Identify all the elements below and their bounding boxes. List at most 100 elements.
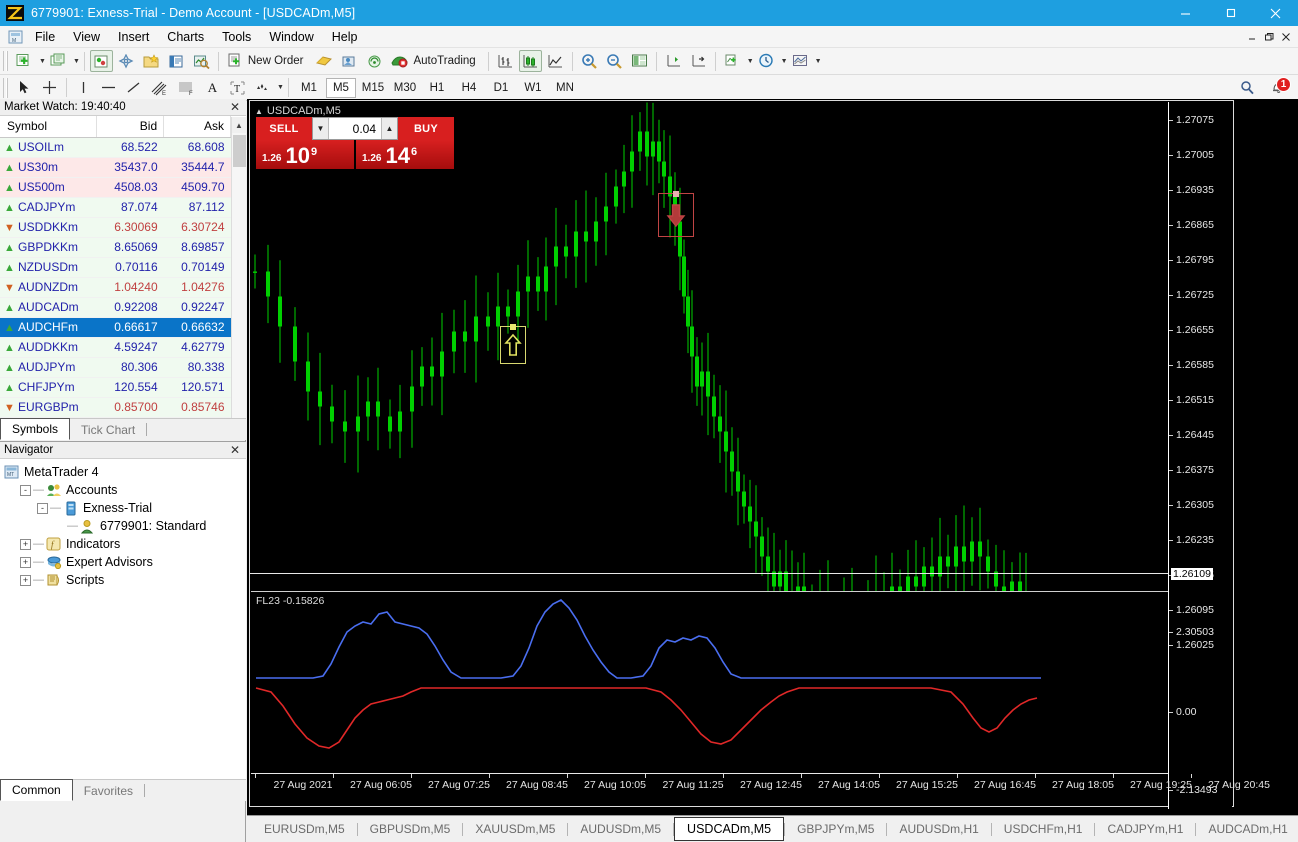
timeframe-h1[interactable]: H1 xyxy=(422,78,452,98)
terminal-icon[interactable] xyxy=(165,50,188,72)
object-handle[interactable] xyxy=(673,191,679,197)
menu-item-file[interactable]: File xyxy=(26,26,64,48)
market-watch-scrollbar[interactable]: ▲ ▼ xyxy=(231,117,246,440)
table-row[interactable]: ▲ AUDDKKm 4.59247 4.62779 xyxy=(0,337,231,358)
tree-expander-toggle[interactable]: + xyxy=(20,538,31,550)
timeframe-m1[interactable]: M1 xyxy=(294,78,324,98)
toolbar-grip[interactable] xyxy=(3,77,10,98)
scroll-up-arrow-icon[interactable]: ▲ xyxy=(232,117,246,133)
alerts-bell-icon[interactable]: 1 xyxy=(1266,76,1292,99)
chart-shift-icon[interactable] xyxy=(662,50,685,72)
zoom-in-icon[interactable] xyxy=(578,50,601,72)
expert-advisors-icon[interactable] xyxy=(338,50,361,72)
window-close-button[interactable] xyxy=(1253,0,1298,26)
market-watch-icon[interactable] xyxy=(89,50,113,72)
market-watch-close-button[interactable]: ✕ xyxy=(228,100,242,114)
navigator-icon[interactable] xyxy=(140,50,163,72)
menu-item-window[interactable]: Window xyxy=(260,26,322,48)
bar-chart-icon[interactable] xyxy=(494,50,517,72)
autotrading-button[interactable]: AutoTrading xyxy=(388,50,482,72)
timeframe-mn[interactable]: MN xyxy=(550,78,580,98)
column-header-ask[interactable]: Ask xyxy=(163,116,231,138)
chart-canvas[interactable]: ▲ USDCADm,M5 SELL ▼ 0.04 ▲ BUY 1.26 10 9… xyxy=(249,100,1270,809)
table-row[interactable]: ▲ US500m 4508.03 4509.70 xyxy=(0,177,231,198)
menu-item-insert[interactable]: Insert xyxy=(109,26,158,48)
crosshair-icon[interactable] xyxy=(38,77,61,99)
horizontal-line-icon[interactable] xyxy=(97,77,120,99)
indicators-dropdown-icon[interactable]: ▼ xyxy=(747,58,754,65)
candlestick-chart-icon[interactable] xyxy=(518,50,542,72)
chart-tab-gbpjpym-m5[interactable]: GBPJPYm,M5 xyxy=(785,818,886,840)
table-row[interactable]: ▲ USOILm 68.522 68.608 xyxy=(0,137,231,158)
table-row[interactable]: ▲ AUDCHFm 0.66617 0.66632 xyxy=(0,317,231,338)
column-header-symbol[interactable]: Symbol xyxy=(0,116,98,138)
new-order-button[interactable]: New Order xyxy=(224,50,311,72)
timeframe-w1[interactable]: W1 xyxy=(518,78,548,98)
table-row[interactable]: ▲ CADJPYm 87.074 87.112 xyxy=(0,197,231,218)
menu-item-tools[interactable]: Tools xyxy=(213,26,260,48)
scrollbar-thumb[interactable] xyxy=(233,135,246,167)
table-row[interactable]: ▲ CHFJPYm 120.554 120.571 xyxy=(0,377,231,398)
tree-item-6779901-standard[interactable]: — 6779901: Standard xyxy=(3,517,246,535)
indicator-subwindow[interactable]: FL23 -0.15826 xyxy=(251,591,1168,773)
chart-split-icon[interactable] xyxy=(628,50,651,72)
profiles-icon[interactable] xyxy=(47,50,70,72)
navigator-close-button[interactable]: ✕ xyxy=(228,443,242,457)
window-minimize-button[interactable] xyxy=(1163,0,1208,26)
price-axis[interactable]: 1.27075 1.27005 1.26935 1.26865 1.26795 1.267… xyxy=(1168,102,1232,809)
search-icon[interactable] xyxy=(1236,77,1259,99)
periods-dropdown-icon[interactable]: ▼ xyxy=(781,58,788,65)
tree-item-expert-advisors[interactable]: + — Expert Advisors xyxy=(3,553,246,571)
chart-tab-eurusdm-m5[interactable]: EURUSDm,M5 xyxy=(252,818,357,840)
tree-expander-toggle[interactable]: + xyxy=(20,574,31,586)
profiles-dropdown-icon[interactable]: ▼ xyxy=(73,58,80,65)
tree-item-scripts[interactable]: + — Scripts xyxy=(3,571,246,589)
tree-item-exness-trial[interactable]: - — Exness-Trial xyxy=(3,499,246,517)
fibonacci-retracement-icon[interactable]: F xyxy=(174,77,199,99)
table-row[interactable]: ▲ NZDUSDm 0.70116 0.70149 xyxy=(0,257,231,278)
cursor-icon[interactable] xyxy=(13,77,36,99)
price-pane[interactable] xyxy=(250,101,1169,624)
metaeditor-icon[interactable] xyxy=(312,50,336,72)
sell-arrow-object[interactable] xyxy=(658,191,694,237)
menu-item-help[interactable]: Help xyxy=(323,26,367,48)
table-row[interactable]: ▲ AUDCADm 0.92208 0.92247 xyxy=(0,297,231,318)
tab-common[interactable]: Common xyxy=(0,779,73,801)
auto-scroll-icon[interactable] xyxy=(687,50,710,72)
trendline-icon[interactable] xyxy=(122,77,145,99)
time-axis[interactable]: 27 Aug 2021 27 Aug 06:05 27 Aug 07:25 27 Au… xyxy=(251,773,1270,805)
new-chart-dropdown-icon[interactable]: ▼ xyxy=(39,58,46,65)
indicators-icon[interactable] xyxy=(721,50,744,72)
chart-area[interactable]: ▲ USDCADm,M5 SELL ▼ 0.04 ▲ BUY 1.26 10 9… xyxy=(247,99,1298,842)
menu-item-charts[interactable]: Charts xyxy=(158,26,213,48)
chart-tab-cadjpym-h1[interactable]: CADJPYm,H1 xyxy=(1095,818,1195,840)
column-header-bid[interactable]: Bid xyxy=(96,116,165,138)
chart-tab-audusdm-h1[interactable]: AUDUSDm,H1 xyxy=(887,818,990,840)
table-row[interactable]: ▼ USDDKKm 6.30069 6.30724 xyxy=(0,217,231,238)
chart-tab-gbpusdm-m5[interactable]: GBPUSDm,M5 xyxy=(358,818,463,840)
text-label-icon[interactable]: T xyxy=(226,77,249,99)
tree-expander-toggle[interactable]: - xyxy=(20,484,31,496)
timeframe-d1[interactable]: D1 xyxy=(486,78,516,98)
periods-icon[interactable] xyxy=(755,50,778,72)
tree-item-accounts[interactable]: - — Accounts xyxy=(3,481,246,499)
data-window-icon[interactable] xyxy=(115,50,138,72)
table-row[interactable]: ▲ AUDJPYm 80.306 80.338 xyxy=(0,357,231,378)
zoom-out-icon[interactable] xyxy=(603,50,626,72)
templates-dropdown-icon[interactable]: ▼ xyxy=(815,58,822,65)
chart-tab-usdchfm-h1[interactable]: USDCHFm,H1 xyxy=(992,818,1095,840)
text-icon[interactable]: A xyxy=(201,77,224,99)
vertical-line-icon[interactable] xyxy=(72,77,95,99)
mdi-restore-button[interactable] xyxy=(1260,29,1277,45)
object-handle[interactable] xyxy=(510,324,516,330)
chart-tab-audcadm-h1[interactable]: AUDCADm,H1 xyxy=(1196,818,1298,840)
equidistant-channel-icon[interactable]: E xyxy=(147,77,172,99)
table-row[interactable]: ▼ AUDNZDm 1.04240 1.04276 xyxy=(0,277,231,298)
signals-icon[interactable] xyxy=(363,50,386,72)
timeframe-m5[interactable]: M5 xyxy=(325,77,356,98)
chart-tab-usdcadm-m5[interactable]: USDCADm,M5 xyxy=(674,817,785,841)
buy-arrow-object[interactable] xyxy=(500,324,526,364)
tree-item-metatrader-4[interactable]: MT MetaTrader 4 xyxy=(3,463,246,481)
tab-favorites[interactable]: Favorites xyxy=(73,780,144,801)
tab-symbols[interactable]: Symbols xyxy=(0,418,71,440)
